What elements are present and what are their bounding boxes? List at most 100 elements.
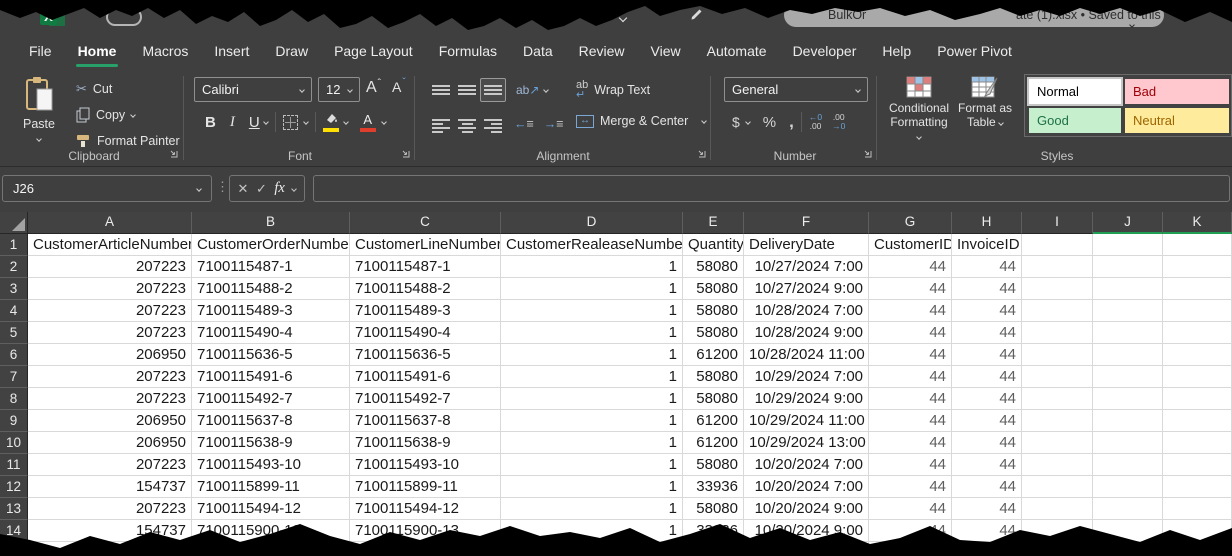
cell-G4[interactable]: 44	[869, 300, 952, 322]
cell-G7[interactable]: 44	[869, 366, 952, 388]
number-format-combo[interactable]: General	[724, 77, 868, 102]
cell-C7[interactable]: 7100115491-6	[350, 366, 501, 388]
cell-E10[interactable]: 61200	[683, 432, 744, 454]
format-painter-button[interactable]: Format Painter	[76, 131, 180, 151]
column-header-K[interactable]: K	[1163, 212, 1232, 234]
cell-K8[interactable]	[1163, 388, 1232, 410]
title-search-box[interactable]: BulkOr ate (1).xlsx • Saved to this	[784, 3, 1164, 27]
cell-G5[interactable]: 44	[869, 322, 952, 344]
cell-E7[interactable]: 58080	[683, 366, 744, 388]
column-header-G[interactable]: G	[869, 212, 952, 234]
alignment-dialog-launcher-icon[interactable]	[696, 147, 706, 161]
insert-function-button[interactable]: fx	[274, 180, 284, 197]
tab-review[interactable]: Review	[566, 30, 638, 70]
cell-E8[interactable]: 58080	[683, 388, 744, 410]
cell-B7[interactable]: 7100115491-6	[192, 366, 350, 388]
row-header-1[interactable]: 1	[0, 234, 28, 256]
top-align-button[interactable]	[428, 78, 454, 102]
chevron-down-icon[interactable]	[343, 119, 349, 125]
row-header-5[interactable]: 5	[0, 322, 28, 344]
cell-F15[interactable]	[744, 542, 869, 556]
cell-H4[interactable]: 44	[952, 300, 1022, 322]
cell-B10[interactable]: 7100115638-9	[192, 432, 350, 454]
merge-center-button[interactable]: ↔ Merge & Center	[576, 114, 706, 128]
cell-E13[interactable]: 58080	[683, 498, 744, 520]
comma-format-button[interactable]: ,	[789, 112, 794, 132]
cell-I8[interactable]	[1022, 388, 1093, 410]
row-header-6[interactable]: 6	[0, 344, 28, 366]
cell-A7[interactable]: 207223	[28, 366, 192, 388]
cell-B1[interactable]: CustomerOrderNumber	[192, 234, 350, 256]
cell-C12[interactable]: 7100115899-11	[350, 476, 501, 498]
cell-J7[interactable]	[1093, 366, 1163, 388]
cell-B13[interactable]: 7100115494-12	[192, 498, 350, 520]
cell-K4[interactable]	[1163, 300, 1232, 322]
cell-C14[interactable]: 7100115900-13	[350, 520, 501, 542]
cell-C1[interactable]: CustomerLineNumber	[350, 234, 501, 256]
cell-style-normal[interactable]: Normal	[1029, 79, 1121, 104]
cell-J11[interactable]	[1093, 454, 1163, 476]
chevron-down-icon[interactable]	[381, 119, 387, 125]
fill-color-button[interactable]	[323, 113, 339, 132]
decrease-indent-button[interactable]: ←≡	[514, 117, 534, 131]
cell-I15[interactable]	[1022, 542, 1093, 556]
cell-G6[interactable]: 44	[869, 344, 952, 366]
cell-F9[interactable]: 10/29/2024 11:00	[744, 410, 869, 432]
cell-F13[interactable]: 10/20/2024 9:00	[744, 498, 869, 520]
cell-F8[interactable]: 10/29/2024 9:00	[744, 388, 869, 410]
cell-E6[interactable]: 61200	[683, 344, 744, 366]
cell-C5[interactable]: 7100115490-4	[350, 322, 501, 344]
row-header-12[interactable]: 12	[0, 476, 28, 498]
formula-input[interactable]	[313, 175, 1230, 202]
chevron-down-icon[interactable]	[620, 9, 626, 27]
cell-H9[interactable]: 44	[952, 410, 1022, 432]
cancel-formula-button[interactable]: ✕	[238, 181, 249, 197]
cell-I13[interactable]	[1022, 498, 1093, 520]
cell-H6[interactable]: 44	[952, 344, 1022, 366]
cell-I2[interactable]	[1022, 256, 1093, 278]
row-header-14[interactable]: 14	[0, 520, 28, 542]
cell-C10[interactable]: 7100115638-9	[350, 432, 501, 454]
column-header-E[interactable]: E	[683, 212, 744, 234]
cell-F3[interactable]: 10/27/2024 9:00	[744, 278, 869, 300]
autosave-toggle[interactable]	[106, 8, 142, 26]
tab-page-layout[interactable]: Page Layout	[321, 30, 426, 70]
cell-G3[interactable]: 44	[869, 278, 952, 300]
cell-D3[interactable]: 1	[501, 278, 683, 300]
cell-A13[interactable]: 207223	[28, 498, 192, 520]
orientation-button[interactable]: ab↗	[516, 83, 539, 97]
cell-H7[interactable]: 44	[952, 366, 1022, 388]
excel-logo-icon[interactable]: X	[40, 5, 67, 32]
cell-F4[interactable]: 10/28/2024 7:00	[744, 300, 869, 322]
cell-J3[interactable]	[1093, 278, 1163, 300]
cell-F11[interactable]: 10/20/2024 7:00	[744, 454, 869, 476]
column-header-D[interactable]: D	[501, 212, 683, 234]
chevron-down-icon[interactable]	[292, 186, 298, 192]
cell-J9[interactable]	[1093, 410, 1163, 432]
row-header-11[interactable]: 11	[0, 454, 28, 476]
chevron-down-icon[interactable]	[745, 119, 751, 125]
column-header-I[interactable]: I	[1022, 212, 1093, 234]
cell-K3[interactable]	[1163, 278, 1232, 300]
align-left-button[interactable]	[428, 112, 454, 136]
cell-C6[interactable]: 7100115636-5	[350, 344, 501, 366]
cell-J4[interactable]	[1093, 300, 1163, 322]
cell-H12[interactable]: 44	[952, 476, 1022, 498]
cell-A4[interactable]: 207223	[28, 300, 192, 322]
cell-style-bad[interactable]: Bad	[1125, 79, 1229, 104]
copy-button[interactable]: Copy	[76, 105, 135, 125]
cell-C11[interactable]: 7100115493-10	[350, 454, 501, 476]
cell-B15[interactable]	[192, 542, 350, 556]
currency-format-button[interactable]: $	[732, 114, 740, 130]
cell-D13[interactable]: 1	[501, 498, 683, 520]
enter-formula-button[interactable]: ✓	[256, 181, 267, 197]
cell-D9[interactable]: 1	[501, 410, 683, 432]
cell-I4[interactable]	[1022, 300, 1093, 322]
cell-A10[interactable]: 206950	[28, 432, 192, 454]
cell-I14[interactable]	[1022, 520, 1093, 542]
font-color-button[interactable]: A	[360, 112, 376, 132]
cell-A3[interactable]: 207223	[28, 278, 192, 300]
row-header-13[interactable]: 13	[0, 498, 28, 520]
cell-I10[interactable]	[1022, 432, 1093, 454]
cell-style-good[interactable]: Good	[1029, 108, 1121, 133]
